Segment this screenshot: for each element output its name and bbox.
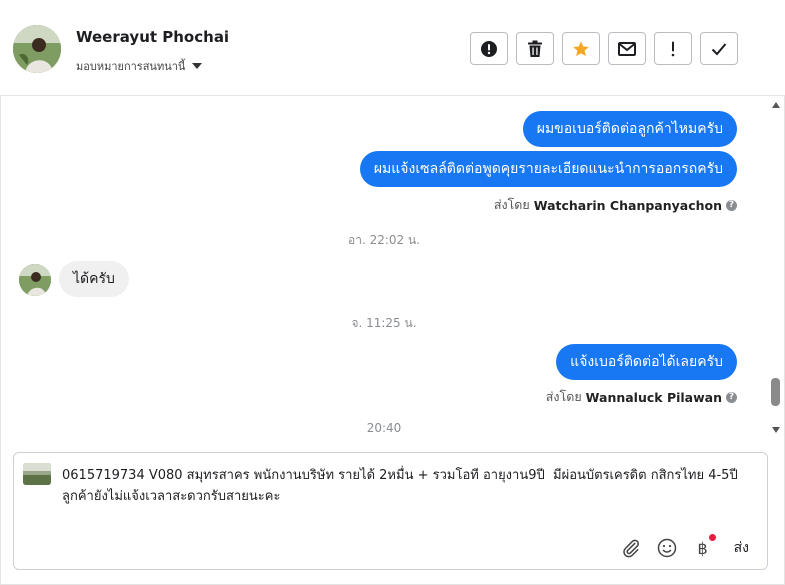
sent-by-label: ส่งโดย [545,389,582,404]
message-thread: ผมขอเบอร์ติดต่อลูกค้าไหมครับ ผมแจ้งเซลล์… [0,96,768,440]
sender-name: Watcharin Chanpanyachon [533,197,722,213]
send-button[interactable]: ส่ง [734,537,749,559]
message-outgoing[interactable]: แจ้งเบอร์ติดต่อได้เลยครับ [556,344,737,380]
message-composer[interactable]: 0615719734 V080 สมุทรสาคร พนักงานบริษัท … [13,452,768,570]
trash-icon [528,40,542,57]
sent-by-info: ส่งโดย Watcharin Chanpanyachon ? [494,195,737,215]
thread-scrollbar[interactable] [768,96,784,440]
delete-button[interactable] [516,32,554,65]
sent-by-info: ส่งโดย Wannaluck Pilawan ? [546,387,737,407]
agent-avatar [23,463,51,485]
envelope-icon [618,41,636,56]
checkmark-icon [711,42,727,55]
assign-label: มอบหมายการสนทนานี้ [76,60,186,73]
alert-circle-icon [481,40,497,57]
star-icon [573,40,589,56]
baht-icon: ฿ [697,538,708,558]
scroll-up-arrow-icon[interactable] [772,102,780,108]
message-outgoing[interactable]: ผมขอเบอร์ติดต่อลูกค้าไหมครับ [522,111,737,147]
scroll-down-arrow-icon[interactable] [772,427,780,433]
attach-button[interactable] [620,537,642,559]
message-outgoing[interactable]: ผมแจ้งเซลล์ติดต่อพูดคุยรายละเอียดแนะนำกา… [359,151,737,187]
chevron-down-icon [192,63,203,69]
help-icon[interactable]: ? [726,391,737,403]
assign-conversation-dropdown[interactable]: มอบหมายการสนทนานี้ [76,57,203,75]
scrollbar-thumb[interactable] [771,378,780,406]
composer-toolbar: ฿ ส่ง [620,534,749,559]
follow-up-button[interactable] [654,32,692,65]
smiley-icon [657,538,676,558]
payment-button[interactable]: ฿ [692,534,716,559]
done-button[interactable] [700,32,738,65]
notification-dot [708,534,716,541]
sent-by-label: ส่งโดย [493,197,530,212]
emoji-button[interactable] [656,537,678,559]
timestamp: 20:40 [366,421,402,435]
sender-name: Wannaluck Pilawan [585,389,722,405]
star-button[interactable] [562,32,600,65]
action-toolbar [470,32,738,65]
contact-avatar-small[interactable] [19,264,51,296]
conversation-header: Weerayut Phochai มอบหมายการสนทนานี้ [0,0,785,96]
contact-avatar[interactable] [13,25,61,73]
spam-button[interactable] [470,32,508,65]
contact-name: Weerayut Phochai [76,28,230,46]
message-input[interactable]: 0615719734 V080 สมุทรสาคร พนักงานบริษัท … [62,465,752,507]
mark-unread-button[interactable] [608,32,646,65]
paperclip-icon [622,539,639,558]
exclamation-icon [671,41,675,56]
message-incoming[interactable]: ได้ครับ [59,261,129,297]
help-icon[interactable]: ? [726,199,737,211]
timestamp: จ. 11:25 น. [351,316,417,330]
timestamp: อา. 22:02 น. [348,233,420,247]
